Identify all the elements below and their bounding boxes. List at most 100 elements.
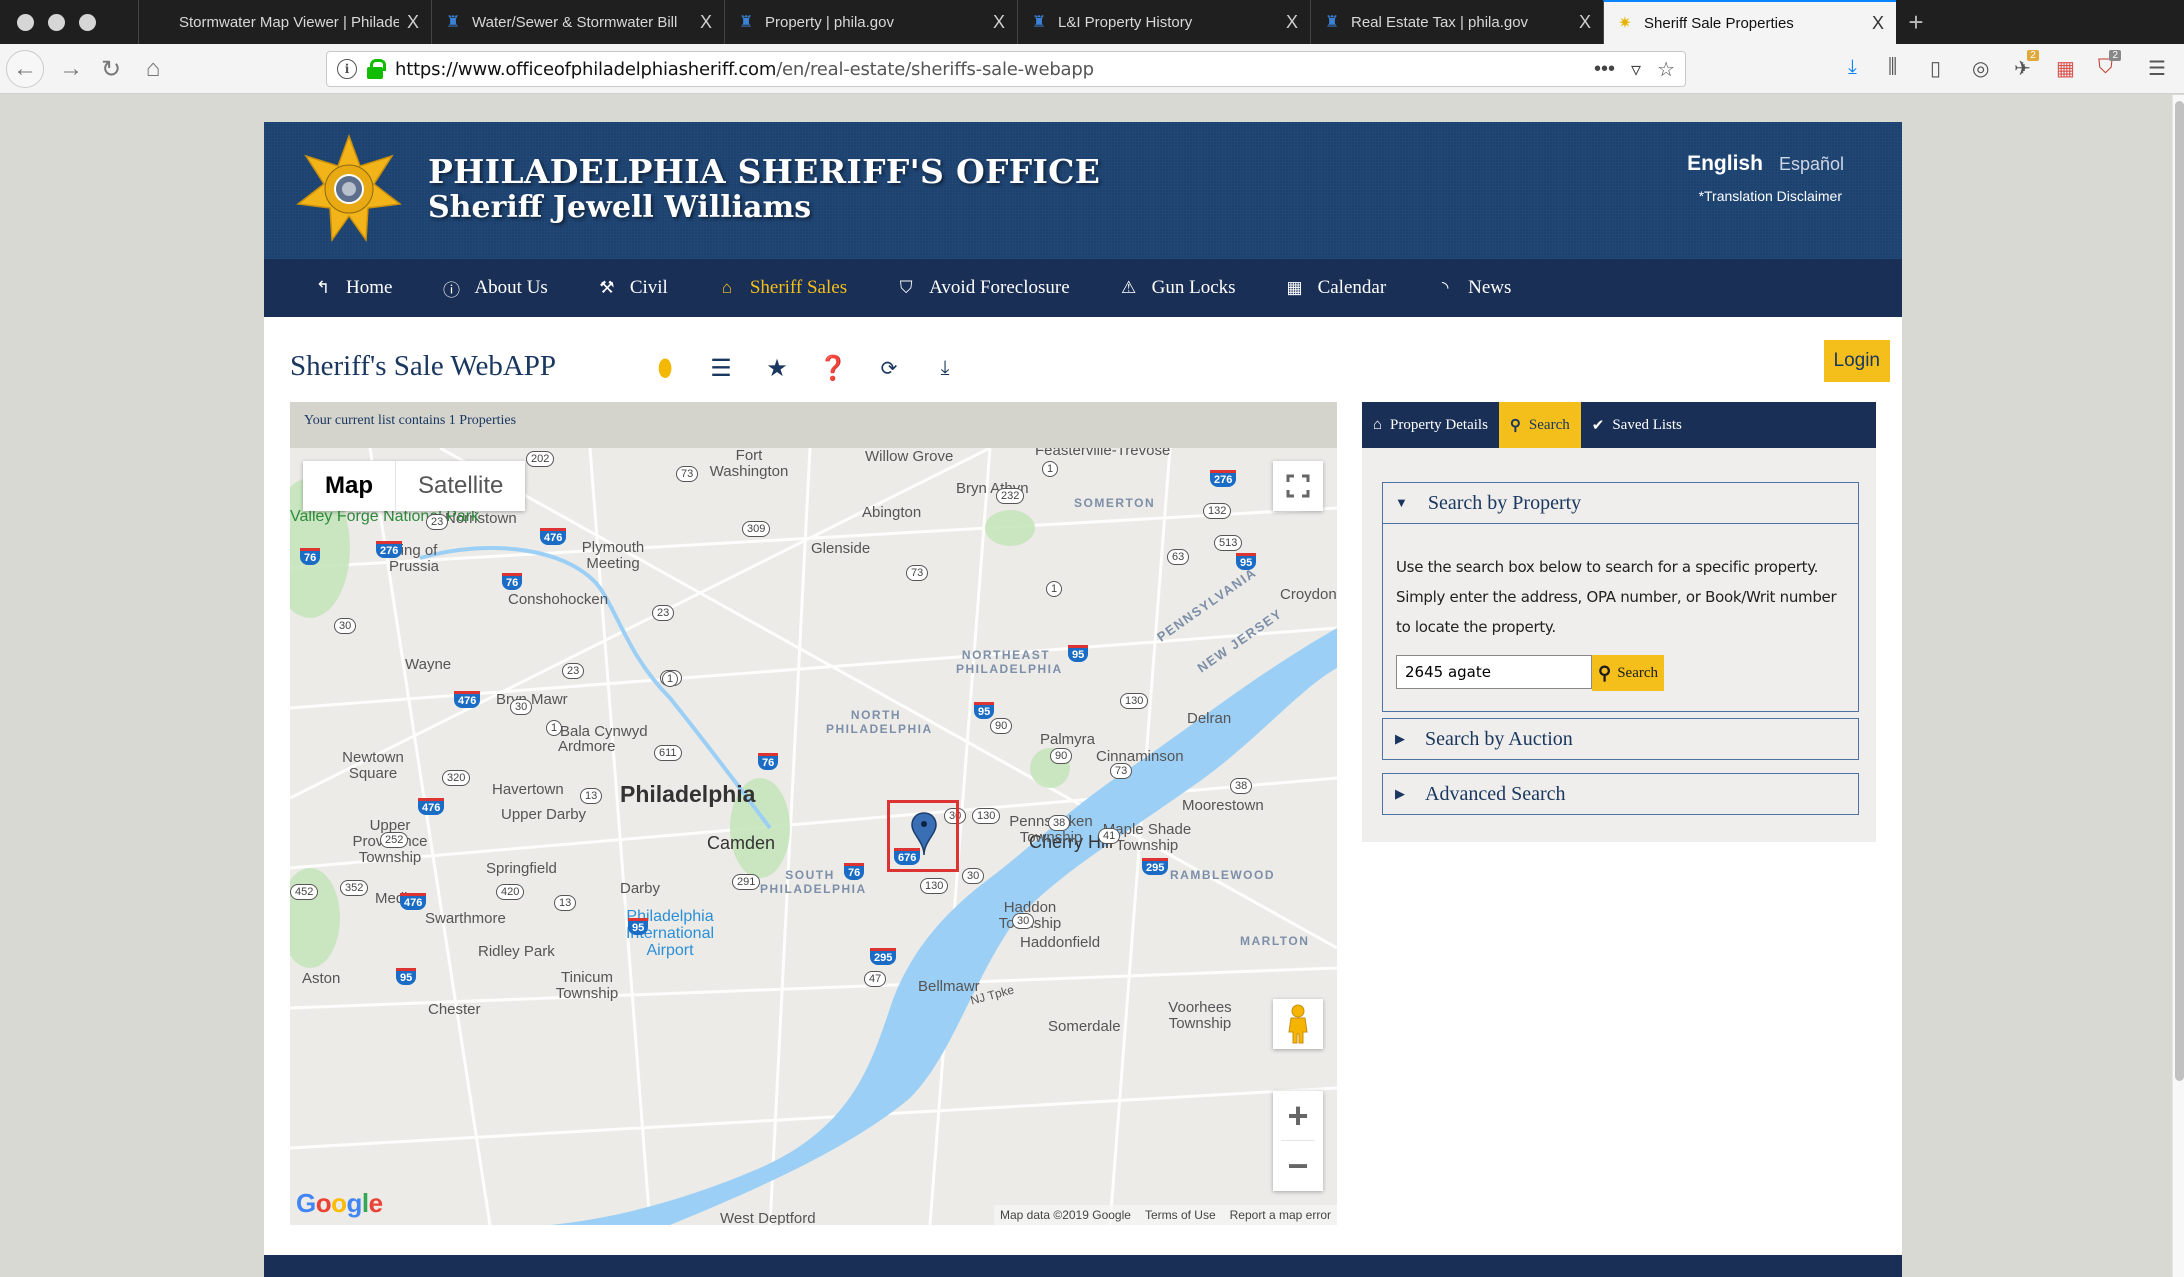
map-type-map-button[interactable]: Map (303, 461, 396, 511)
nav-item-home[interactable]: ↰ Home (314, 277, 393, 299)
address-bar[interactable]: i https://www.officeofphiladelphiasherif… (326, 51, 1686, 87)
interstate-shield: 276 (376, 541, 403, 558)
close-tab-icon[interactable]: X (1872, 13, 1884, 34)
accordion-header[interactable]: ▶ Advanced Search (1383, 774, 1858, 814)
download-icon[interactable]: ⤓ (930, 357, 960, 380)
lock-icon (367, 59, 386, 79)
street-view-pegman-button[interactable] (1273, 999, 1323, 1049)
nav-item-civil[interactable]: ⚒ Civil (598, 277, 668, 299)
scrollbar-thumb[interactable] (2175, 101, 2184, 1081)
download-icon[interactable]: ⤓ (1848, 56, 1857, 79)
lang-english-link[interactable]: English (1687, 152, 1763, 176)
fullscreen-button[interactable] (1273, 461, 1323, 511)
browser-tab[interactable]: Stormwater Map Viewer | Philadelphi X (138, 0, 431, 44)
account-icon[interactable]: ◎ (1972, 56, 1989, 81)
property-marker-icon[interactable] (911, 812, 937, 856)
terms-of-use-link[interactable]: Terms of Use (1145, 1208, 1216, 1222)
forward-button[interactable]: → (52, 50, 90, 88)
url-text[interactable]: https://www.officeofphiladelphiasheriff.… (395, 59, 1578, 80)
tab-saved-lists[interactable]: ✔ Saved Lists (1581, 402, 1693, 448)
close-tab-icon[interactable]: X (1286, 12, 1298, 33)
window-controls (0, 0, 138, 44)
google-logo[interactable]: Google (296, 1188, 383, 1219)
map-label: NORTHEAST PHILADELPHIA (956, 648, 1063, 676)
nav-item-sheriff-sales[interactable]: ⌂ Sheriff Sales (718, 277, 847, 299)
browser-tab[interactable]: ♜ Water/Sewer & Stormwater Bill X (431, 0, 724, 44)
nav-item-calendar[interactable]: ▦ Calendar (1286, 277, 1387, 299)
close-tab-icon[interactable]: X (993, 12, 1005, 33)
globe-icon (151, 13, 169, 31)
nav-item-avoid-foreclosure[interactable]: ⛉ Avoid Foreclosure (897, 277, 1070, 299)
nav-item-gun-locks[interactable]: ⚠ Gun Locks (1120, 277, 1236, 299)
home-button[interactable]: ⌂ (134, 50, 172, 88)
phila-bell-icon: ♜ (1031, 14, 1047, 31)
zoom-out-button[interactable]: − (1273, 1141, 1323, 1191)
zoom-in-button[interactable]: + (1281, 1091, 1315, 1141)
route-shield: 130 (972, 808, 1001, 824)
login-button[interactable]: Login (1823, 340, 1890, 382)
sidebar-icon[interactable]: ▯ (1930, 56, 1941, 81)
menu-icon[interactable]: ☰ (2148, 56, 2166, 81)
library-icon[interactable]: ⫼ (1888, 56, 1897, 79)
help-icon[interactable]: ❓ (818, 354, 848, 383)
tab-label: Water/Sewer & Stormwater Bill (472, 13, 678, 31)
interstate-shield: 295 (870, 948, 897, 965)
property-search-input[interactable] (1396, 655, 1592, 689)
map-label: Haddonfield (1020, 934, 1101, 951)
page-scrollbar[interactable] (2172, 95, 2184, 1277)
reload-button[interactable]: ↻ (92, 50, 130, 88)
refresh-icon[interactable]: ⟳ (874, 356, 904, 381)
star-icon[interactable]: ★ (762, 354, 792, 383)
extension-icon[interactable]: ✈ 2 (2014, 50, 2039, 81)
accordion-header[interactable]: ▶ Search by Auction (1383, 719, 1858, 759)
home-icon: ⌂ (145, 55, 161, 82)
maximize-window-button[interactable] (79, 13, 96, 31)
lang-spanish-link[interactable]: Español (1779, 154, 1844, 175)
ublock-icon[interactable]: ⛉ 2 (2098, 50, 2121, 79)
nav-item-about-us[interactable]: ⓘ About Us (442, 276, 548, 301)
route-shield: 130 (920, 878, 949, 894)
back-button[interactable]: ← (6, 50, 44, 88)
site-info-icon[interactable]: i (337, 59, 357, 79)
route-shield: 23 (426, 514, 449, 530)
close-tab-icon[interactable]: X (700, 12, 712, 33)
route-shield: 90 (1050, 748, 1073, 764)
accordion-title: Advanced Search (1425, 782, 1566, 805)
pocket-icon[interactable]: ▿ (1631, 57, 1641, 82)
sheriff-star-icon: ✷ (1618, 15, 1632, 32)
browser-tab-active[interactable]: ✷ Sheriff Sale Properties X (1603, 0, 1896, 44)
map-label: Feasterville-Trevose (1035, 448, 1171, 459)
browser-tab[interactable]: ♜ Property | phila.gov X (724, 0, 1017, 44)
close-window-button[interactable] (17, 13, 34, 31)
browser-tab[interactable]: ♜ Real Estate Tax | phila.gov X (1310, 0, 1603, 44)
page-actions-icon[interactable]: ••• (1594, 58, 1615, 81)
browser-tab[interactable]: ♜ L&I Property History X (1017, 0, 1310, 44)
password-manager-icon[interactable]: ▦ (2056, 56, 2075, 81)
sheriff-badge-logo[interactable] (294, 134, 404, 244)
map-marker-icon[interactable]: ⬮ (650, 355, 680, 383)
route-shield: 252 (380, 832, 409, 848)
new-tab-button[interactable]: + (1896, 0, 1936, 44)
nav-item-news[interactable]: ◝ News (1436, 277, 1512, 299)
url-path: /en/real-estate/sheriffs-sale-webapp (776, 58, 1094, 80)
report-map-error-link[interactable]: Report a map error (1230, 1208, 1331, 1222)
route-shield: 38 (1048, 815, 1071, 831)
close-tab-icon[interactable]: X (407, 12, 419, 33)
tab-property-details[interactable]: ⌂ Property Details (1362, 402, 1499, 448)
map-type-satellite-button[interactable]: Satellite (396, 461, 525, 511)
translation-disclaimer-link[interactable]: *Translation Disclaimer (1699, 188, 1842, 204)
list-icon[interactable]: ☰ (706, 354, 736, 383)
search-button[interactable]: ⚲ Search (1592, 655, 1664, 691)
tab-search[interactable]: ⚲ Search (1498, 402, 1581, 448)
nav-label: Sheriff Sales (749, 277, 848, 298)
accordion-header[interactable]: ▼ Search by Property (1383, 483, 1858, 523)
google-map[interactable]: Philadelphia Camden Cherry Hill Norristo… (290, 448, 1337, 1225)
close-tab-icon[interactable]: X (1579, 12, 1591, 33)
bookmark-star-icon[interactable]: ☆ (1657, 57, 1675, 82)
nav-label: Home (346, 277, 393, 298)
route-shield: 232 (996, 488, 1025, 504)
minimize-window-button[interactable] (48, 13, 65, 31)
route-shield: 513 (1214, 535, 1243, 551)
map-label: Upper Darby (501, 806, 587, 823)
map-label: Swarthmore (425, 910, 506, 927)
